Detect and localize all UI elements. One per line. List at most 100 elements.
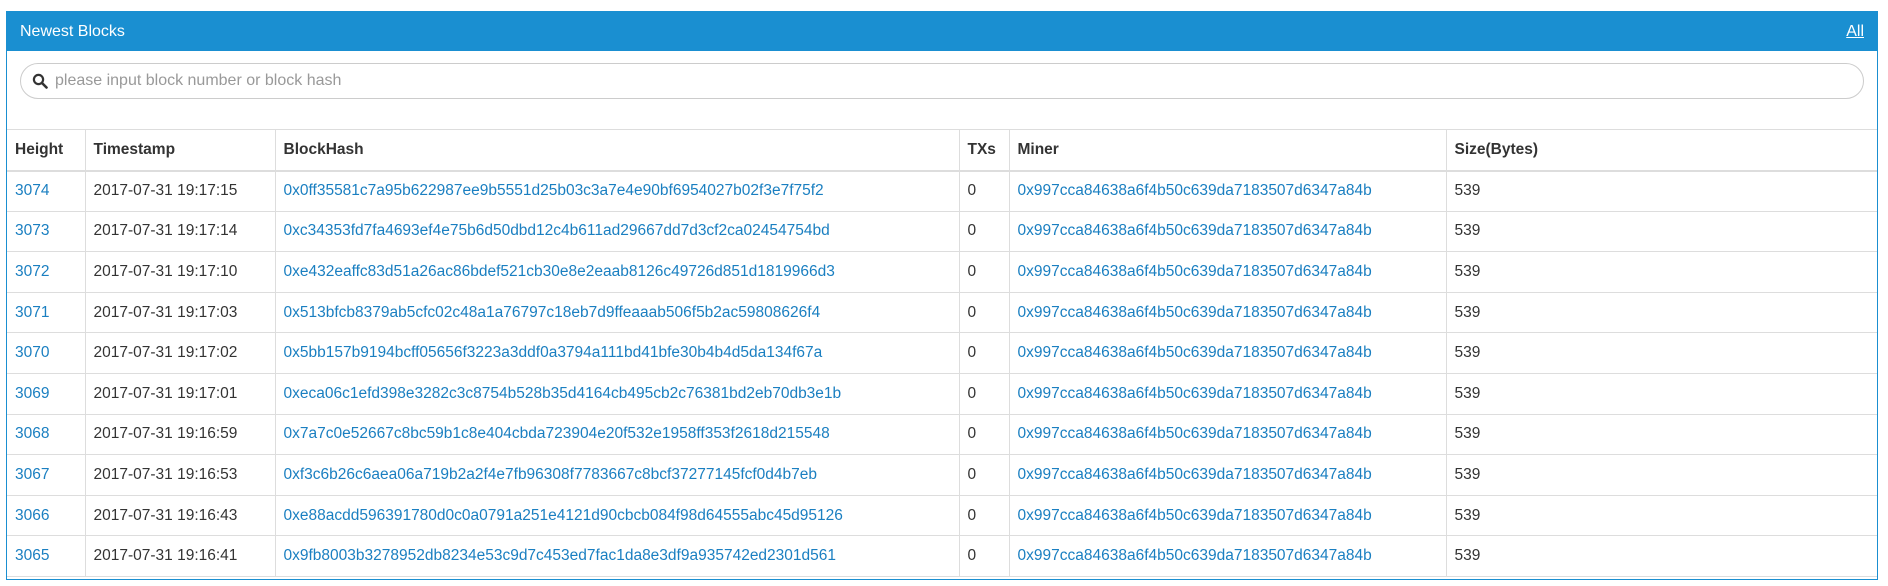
miner-address-link[interactable]: 0x997cca84638a6f4b50c639da7183507d6347a8… — [1018, 466, 1372, 483]
column-header-timestamp[interactable]: Timestamp — [84, 129, 276, 172]
cell-size: 539 — [1445, 332, 1877, 374]
table-row: 3069 2017-07-31 19:17:01 0xeca06c1efd398e3… — [7, 372, 1877, 415]
search-area — [7, 51, 1877, 129]
cell-miner: 0x997cca84638a6f4b50c639da7183507d6347a8… — [1008, 291, 1447, 334]
cell-timestamp: 2017-07-31 19:17:03 — [84, 291, 276, 334]
cell-miner: 0x997cca84638a6f4b50c639da7183507d6347a8… — [1008, 210, 1447, 253]
table-row: 3067 2017-07-31 19:16:53 0xf3c6b26c6aea06a… — [7, 454, 1877, 496]
block-height-link[interactable]: 3069 — [15, 385, 49, 402]
cell-blockhash: 0xeca06c1efd398e3282c3c8754b528b35d4164c… — [274, 372, 960, 415]
all-link[interactable]: All — [1846, 23, 1864, 41]
cell-blockhash: 0xe88acdd596391780d0c0a0791a251e4121d90c… — [274, 494, 960, 537]
cell-blockhash: 0x513bfcb8379ab5cfc02c48a1a76797c18eb7d9… — [274, 291, 960, 334]
cell-timestamp: 2017-07-31 19:16:53 — [84, 454, 276, 496]
cell-timestamp: 2017-07-31 19:16:43 — [84, 494, 276, 537]
cell-txs: 0 — [958, 454, 1010, 496]
block-height-link[interactable]: 3070 — [15, 344, 49, 361]
cell-blockhash: 0x5bb157b9194bcff05656f3223a3ddf0a3794a1… — [274, 332, 960, 374]
column-header-txs[interactable]: TXs — [958, 129, 1010, 172]
search-input[interactable] — [51, 65, 1863, 97]
cell-timestamp: 2017-07-31 19:17:15 — [84, 170, 276, 212]
search-box[interactable] — [20, 63, 1864, 99]
table-row: 3073 2017-07-31 19:17:14 0xc34353fd7fa4693… — [7, 210, 1877, 253]
block-height-link[interactable]: 3068 — [15, 425, 49, 442]
cell-height: 3073 — [7, 210, 86, 253]
block-hash-link[interactable]: 0xe432eaffc83d51a26ac86bdef521cb30e8e2ea… — [284, 263, 835, 280]
miner-address-link[interactable]: 0x997cca84638a6f4b50c639da7183507d6347a8… — [1018, 344, 1372, 361]
cell-txs: 0 — [958, 291, 1010, 334]
block-hash-link[interactable]: 0x9fb8003b3278952db8234e53c9d7c453ed7fac… — [284, 547, 837, 564]
newest-blocks-panel: Newest Blocks All Height Timest — [6, 11, 1878, 580]
column-header-miner[interactable]: Miner — [1008, 129, 1447, 172]
table-row: 3074 2017-07-31 19:17:15 0x0ff35581c7a95b6… — [7, 170, 1877, 212]
panel-header: Newest Blocks All — [7, 12, 1877, 51]
block-hash-link[interactable]: 0x0ff35581c7a95b622987ee9b5551d25b03c3a7… — [284, 182, 824, 199]
cell-txs: 0 — [958, 170, 1010, 212]
cell-height: 3070 — [7, 332, 86, 374]
miner-address-link[interactable]: 0x997cca84638a6f4b50c639da7183507d6347a8… — [1018, 222, 1372, 239]
cell-txs: 0 — [958, 494, 1010, 537]
miner-address-link[interactable]: 0x997cca84638a6f4b50c639da7183507d6347a8… — [1018, 507, 1372, 524]
cell-timestamp: 2017-07-31 19:17:14 — [84, 210, 276, 253]
block-hash-link[interactable]: 0x7a7c0e52667c8bc59b1c8e404cbda723904e20… — [284, 425, 830, 442]
cell-size: 539 — [1445, 170, 1877, 212]
cell-height: 3072 — [7, 251, 86, 293]
block-height-link[interactable]: 3071 — [15, 304, 49, 321]
miner-address-link[interactable]: 0x997cca84638a6f4b50c639da7183507d6347a8… — [1018, 304, 1372, 321]
search-icon — [29, 70, 51, 92]
block-hash-link[interactable]: 0xf3c6b26c6aea06a719b2a2f4e7fb96308f7783… — [284, 466, 818, 483]
cell-miner: 0x997cca84638a6f4b50c639da7183507d6347a8… — [1008, 535, 1447, 577]
cell-height: 3067 — [7, 454, 86, 496]
cell-size: 539 — [1445, 372, 1877, 415]
cell-size: 539 — [1445, 494, 1877, 537]
block-height-link[interactable]: 3074 — [15, 182, 49, 199]
column-header-blockhash[interactable]: BlockHash — [274, 129, 960, 172]
cell-blockhash: 0x9fb8003b3278952db8234e53c9d7c453ed7fac… — [274, 535, 960, 577]
cell-timestamp: 2017-07-31 19:17:02 — [84, 332, 276, 374]
miner-address-link[interactable]: 0x997cca84638a6f4b50c639da7183507d6347a8… — [1018, 385, 1372, 402]
cell-blockhash: 0xc34353fd7fa4693ef4e75b6d50dbd12c4b611a… — [274, 210, 960, 253]
table-row: 3071 2017-07-31 19:17:03 0x513bfcb8379ab5c… — [7, 291, 1877, 334]
cell-timestamp: 2017-07-31 19:16:59 — [84, 413, 276, 456]
miner-address-link[interactable]: 0x997cca84638a6f4b50c639da7183507d6347a8… — [1018, 182, 1372, 199]
block-hash-link[interactable]: 0xe88acdd596391780d0c0a0791a251e4121d90c… — [284, 507, 843, 524]
cell-height: 3071 — [7, 291, 86, 334]
block-height-link[interactable]: 3073 — [15, 222, 49, 239]
cell-height: 3065 — [7, 535, 86, 577]
column-header-size[interactable]: Size(Bytes) — [1445, 129, 1877, 172]
block-hash-link[interactable]: 0xeca06c1efd398e3282c3c8754b528b35d4164c… — [284, 385, 842, 402]
table-row: 3066 2017-07-31 19:16:43 0xe88acdd59639178… — [7, 494, 1877, 537]
miner-address-link[interactable]: 0x997cca84638a6f4b50c639da7183507d6347a8… — [1018, 547, 1372, 564]
block-height-link[interactable]: 3072 — [15, 263, 49, 280]
miner-address-link[interactable]: 0x997cca84638a6f4b50c639da7183507d6347a8… — [1018, 263, 1372, 280]
block-hash-link[interactable]: 0xc34353fd7fa4693ef4e75b6d50dbd12c4b611a… — [284, 222, 830, 239]
block-height-link[interactable]: 3067 — [15, 466, 49, 483]
block-height-link[interactable]: 3066 — [15, 507, 49, 524]
cell-txs: 0 — [958, 210, 1010, 253]
cell-size: 539 — [1445, 535, 1877, 577]
cell-size: 539 — [1445, 291, 1877, 334]
block-hash-link[interactable]: 0x5bb157b9194bcff05656f3223a3ddf0a3794a1… — [284, 344, 823, 361]
panel-title: Newest Blocks — [20, 22, 125, 40]
cell-miner: 0x997cca84638a6f4b50c639da7183507d6347a8… — [1008, 454, 1447, 496]
cell-miner: 0x997cca84638a6f4b50c639da7183507d6347a8… — [1008, 413, 1447, 456]
cell-txs: 0 — [958, 372, 1010, 415]
table-row: 3072 2017-07-31 19:17:10 0xe432eaffc83d51a… — [7, 251, 1877, 293]
table-row: 3070 2017-07-31 19:17:02 0x5bb157b9194bcff… — [7, 332, 1877, 374]
cell-size: 539 — [1445, 454, 1877, 496]
blocks-table: Height Timestamp BlockHash TXs Miner Siz… — [7, 129, 1877, 577]
table-row: 3065 2017-07-31 19:16:41 0x9fb8003b3278952… — [7, 535, 1877, 577]
cell-size: 539 — [1445, 210, 1877, 253]
cell-txs: 0 — [958, 332, 1010, 374]
block-height-link[interactable]: 3065 — [15, 547, 49, 564]
cell-height: 3069 — [7, 372, 86, 415]
cell-blockhash: 0x7a7c0e52667c8bc59b1c8e404cbda723904e20… — [274, 413, 960, 456]
miner-address-link[interactable]: 0x997cca84638a6f4b50c639da7183507d6347a8… — [1018, 425, 1372, 442]
table-row: 3068 2017-07-31 19:16:59 0x7a7c0e52667c8bc… — [7, 413, 1877, 456]
block-hash-link[interactable]: 0x513bfcb8379ab5cfc02c48a1a76797c18eb7d9… — [284, 304, 821, 321]
cell-txs: 0 — [958, 535, 1010, 577]
column-header-height[interactable]: Height — [7, 129, 86, 172]
cell-txs: 0 — [958, 251, 1010, 293]
cell-miner: 0x997cca84638a6f4b50c639da7183507d6347a8… — [1008, 251, 1447, 293]
cell-height: 3068 — [7, 413, 86, 456]
